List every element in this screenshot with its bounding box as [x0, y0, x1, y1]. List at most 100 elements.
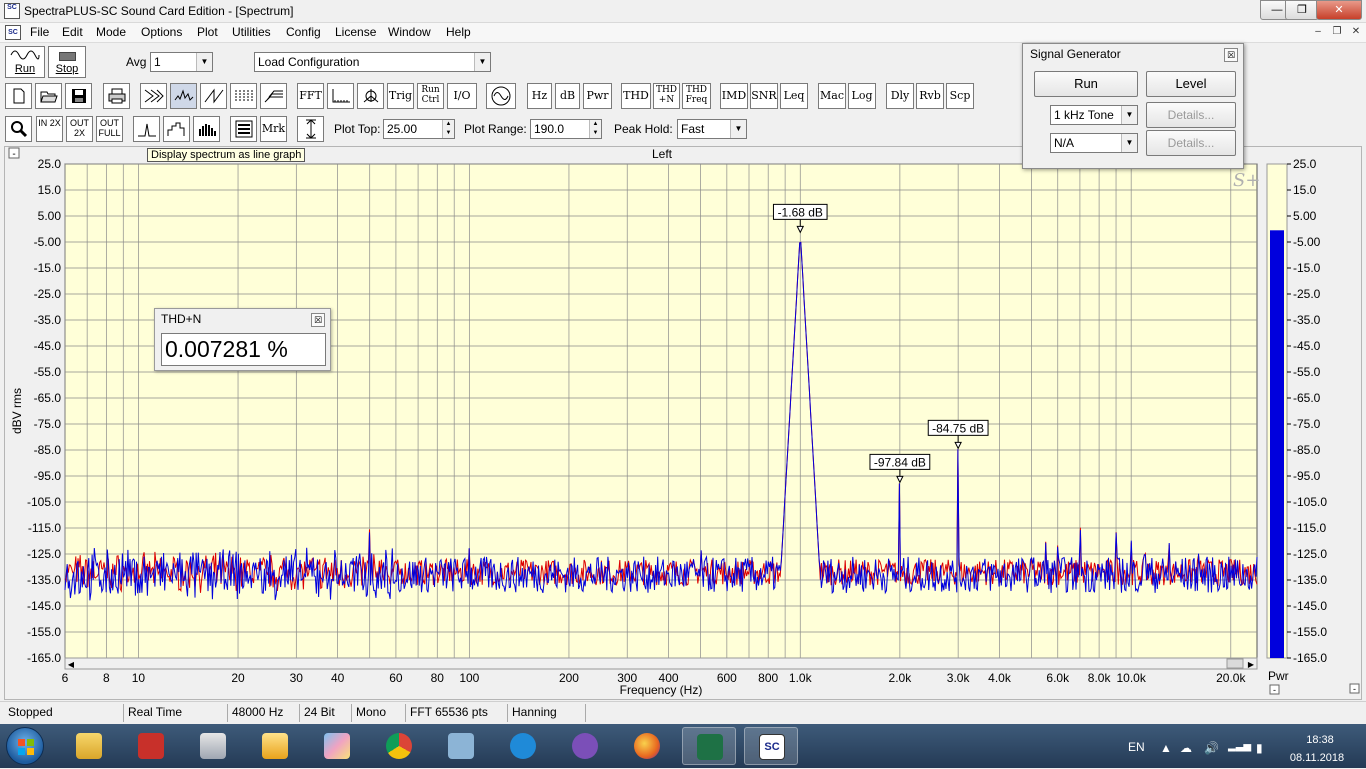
- plot-top-input[interactable]: 25.00 ▲ ▼: [383, 119, 455, 139]
- mdi-restore-button[interactable]: ❐: [1329, 25, 1345, 40]
- spin-down-icon[interactable]: ▼: [442, 129, 454, 138]
- open-file-button[interactable]: [35, 83, 62, 109]
- menu-config[interactable]: Config: [284, 25, 323, 39]
- mdi-doc-icon[interactable]: SC: [5, 25, 21, 40]
- taskbar-chrome[interactable]: [372, 727, 426, 765]
- log-button[interactable]: Log: [848, 83, 876, 109]
- fast-forward-button[interactable]: [140, 83, 167, 109]
- thd-n-panel[interactable]: THD+N ☒ 0.007281 %: [154, 308, 331, 371]
- io-button[interactable]: I/O: [447, 83, 477, 109]
- fft-button[interactable]: FFT: [297, 83, 324, 109]
- spectrum-chart[interactable]: - Left25.015.05.00-5.00-15.0-25.0-35.0-45…: [5, 147, 1361, 699]
- signal-generator-panel[interactable]: Signal Generator ☒ Run Level 1 kHz Tone ▼…: [1022, 43, 1244, 169]
- imd-button[interactable]: IMD: [720, 83, 748, 109]
- tray-expand-icon[interactable]: ▲: [1160, 741, 1172, 755]
- zoom-out-full-button[interactable]: OUT FULL: [96, 116, 123, 142]
- speaker-icon[interactable]: 🔊: [1204, 741, 1219, 755]
- rvb-button[interactable]: Rvb: [916, 83, 944, 109]
- menu-file[interactable]: File: [28, 25, 51, 39]
- signal-generator-button[interactable]: [486, 83, 516, 109]
- spin-up-icon[interactable]: ▲: [442, 120, 454, 129]
- zoom-out-2x-button[interactable]: OUT 2X: [66, 116, 93, 142]
- taskbar-spectraplus[interactable]: SC: [744, 727, 798, 765]
- mac-button[interactable]: Mac: [818, 83, 846, 109]
- taskbar-calculator[interactable]: [186, 727, 240, 765]
- snr-button[interactable]: SNR: [750, 83, 778, 109]
- maximize-button[interactable]: ❐: [1285, 0, 1319, 20]
- peak-hold-select[interactable]: Fast ▼: [677, 119, 747, 139]
- zoom-button[interactable]: [5, 116, 32, 142]
- config-select[interactable]: Load Configuration ▼: [254, 52, 491, 72]
- taskbar-paint[interactable]: [310, 727, 364, 765]
- line-graph-button[interactable]: [170, 83, 197, 109]
- run-ctrl-button[interactable]: Run Ctrl: [417, 83, 444, 109]
- avg-select[interactable]: 1 ▼: [150, 52, 213, 72]
- spin-up-icon[interactable]: ▲: [589, 120, 601, 129]
- data-table-button[interactable]: [230, 116, 257, 142]
- menu-window[interactable]: Window: [386, 25, 433, 39]
- menu-help[interactable]: Help: [444, 25, 473, 39]
- mdi-close-button[interactable]: ✕: [1348, 25, 1364, 40]
- time-series-button[interactable]: [327, 83, 354, 109]
- taskbar-telegram[interactable]: [496, 727, 550, 765]
- plot-range-input[interactable]: 190.0 ▲ ▼: [530, 119, 602, 139]
- vertical-scale-button[interactable]: [297, 116, 324, 142]
- cloud-icon[interactable]: ☁: [1180, 741, 1192, 755]
- thd-button[interactable]: THD: [621, 83, 651, 109]
- spectrum-plot-window[interactable]: - Left 25.0 15.0 5.00 -5.00 -15.0 -25.0 -35.0 -45…: [4, 146, 1362, 700]
- menu-license[interactable]: License: [333, 25, 378, 39]
- generator-level-button[interactable]: Level: [1146, 71, 1236, 97]
- mdi-minimize-button[interactable]: –: [1310, 25, 1326, 40]
- menu-options[interactable]: Options: [139, 25, 184, 39]
- close-icon[interactable]: ☒: [311, 313, 325, 327]
- scp-button[interactable]: Scp: [946, 83, 974, 109]
- tray-time[interactable]: 18:38: [1290, 734, 1350, 746]
- 3d-surface-button[interactable]: [260, 83, 287, 109]
- menu-utilities[interactable]: Utilities: [230, 25, 273, 39]
- tone-select[interactable]: 1 kHz Tone ▼: [1050, 105, 1138, 125]
- line-plot-button[interactable]: [133, 116, 160, 142]
- taskbar-firefox[interactable]: [620, 727, 674, 765]
- close-button[interactable]: ✕: [1316, 0, 1362, 20]
- start-button[interactable]: [6, 727, 44, 765]
- spin-down-icon[interactable]: ▼: [589, 129, 601, 138]
- marker-button[interactable]: Mrk: [260, 116, 287, 142]
- dly-button[interactable]: Dly: [886, 83, 914, 109]
- tray-language[interactable]: EN: [1128, 740, 1145, 754]
- taskbar-scissors[interactable]: [434, 727, 488, 765]
- phase-button[interactable]: [357, 83, 384, 109]
- menu-edit[interactable]: Edit: [60, 25, 85, 39]
- tray-date[interactable]: 08.11.2018: [1282, 752, 1352, 764]
- battery-icon[interactable]: ▮: [1256, 741, 1263, 755]
- menu-plot[interactable]: Plot: [195, 25, 220, 39]
- taskbar-excel[interactable]: [682, 727, 736, 765]
- run-button[interactable]: Run: [5, 46, 45, 78]
- details-button-2[interactable]: Details...: [1146, 130, 1236, 156]
- new-file-button[interactable]: [5, 83, 32, 109]
- details-button-1[interactable]: Details...: [1146, 102, 1236, 128]
- channel2-select[interactable]: N/A ▼: [1050, 133, 1138, 153]
- taskbar-app-red[interactable]: [124, 727, 178, 765]
- db-button[interactable]: dB: [555, 83, 580, 109]
- save-button[interactable]: [65, 83, 92, 109]
- trig-button[interactable]: Trig: [387, 83, 414, 109]
- spectrogram-button[interactable]: [230, 83, 257, 109]
- thd-n-button[interactable]: THD +N: [653, 83, 680, 109]
- leq-button[interactable]: Leq: [780, 83, 808, 109]
- bar-plot-button[interactable]: [193, 116, 220, 142]
- taskbar-explorer[interactable]: [62, 727, 116, 765]
- ramp-button[interactable]: [200, 83, 227, 109]
- print-button[interactable]: [103, 83, 130, 109]
- stop-button[interactable]: Stop: [48, 46, 86, 78]
- close-icon[interactable]: ☒: [1224, 48, 1238, 62]
- pwr-button[interactable]: Pwr: [583, 83, 612, 109]
- thd-freq-button[interactable]: THD Freq: [682, 83, 711, 109]
- taskbar-viber[interactable]: [558, 727, 612, 765]
- menu-mode[interactable]: Mode: [94, 25, 128, 39]
- step-plot-button[interactable]: [163, 116, 190, 142]
- zoom-in-2x-button[interactable]: IN 2X: [36, 116, 63, 142]
- hz-button[interactable]: Hz: [527, 83, 552, 109]
- generator-run-button[interactable]: Run: [1034, 71, 1138, 97]
- signal-bars-icon[interactable]: ▂▃▅: [1228, 741, 1251, 752]
- taskbar-mail[interactable]: [248, 727, 302, 765]
